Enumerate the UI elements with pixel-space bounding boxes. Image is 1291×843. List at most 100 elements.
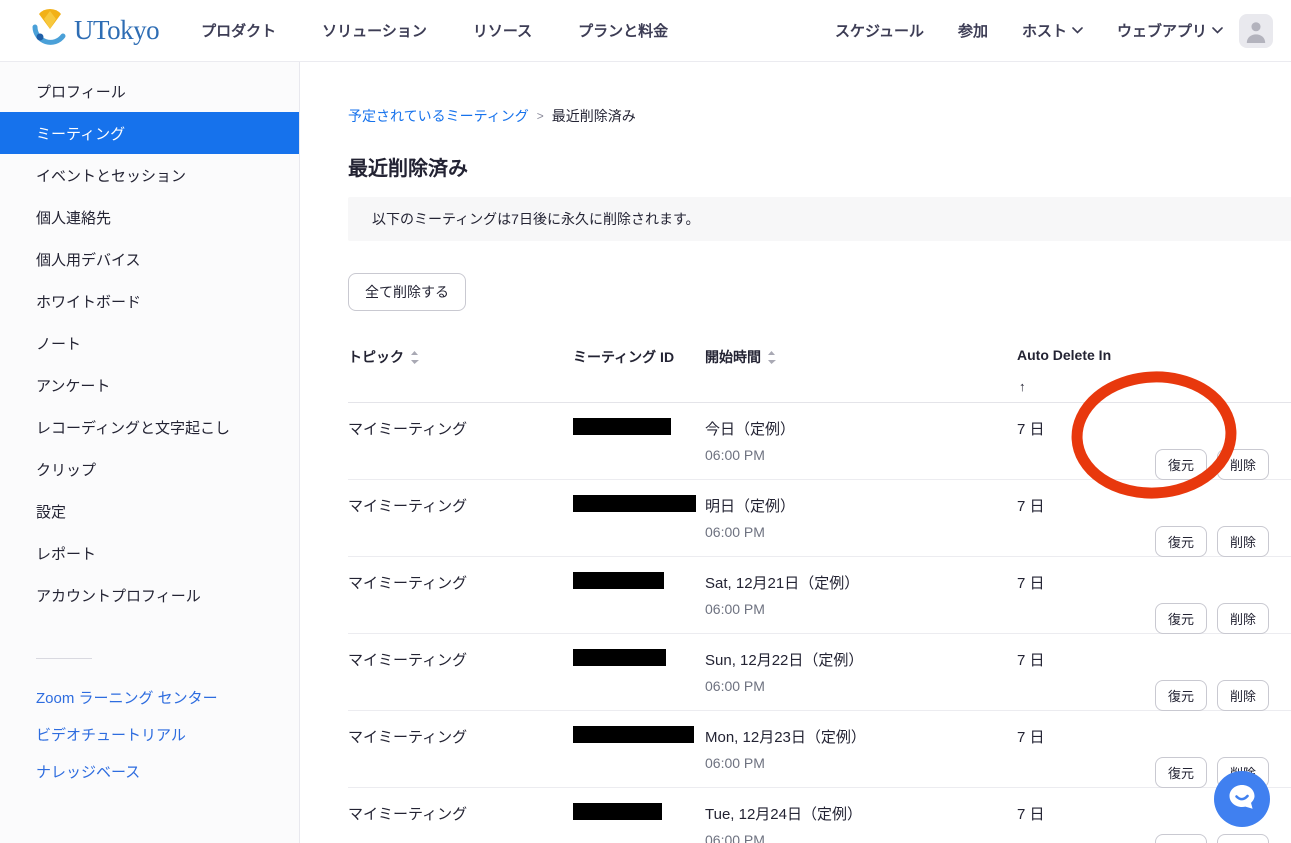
table-row: マイミーティング 今日（定例） 06:00 PM7 日復元削除 bbox=[348, 403, 1291, 480]
top-navbar: UTokyo プロダクト ソリューション リソース プランと料金 スケジュール 参加 ホス… bbox=[0, 0, 1291, 62]
delete-button[interactable]: 削除 bbox=[1217, 834, 1269, 843]
nav-action-4[interactable]: ウェブアプリ bbox=[1117, 20, 1223, 41]
sort-icon[interactable] bbox=[767, 351, 776, 364]
sidebar: プロフィールミーティングイベントとセッション個人連絡先個人用デバイスホワイトボー… bbox=[0, 62, 300, 843]
meeting-time: 06:00 PM bbox=[705, 447, 1017, 463]
table-header-row: トピック ミーティング ID 開始時間 Auto Delete In↑ bbox=[348, 339, 1291, 403]
nav-item-2[interactable]: ソリューション bbox=[322, 20, 427, 41]
restore-button[interactable]: 復元 bbox=[1155, 449, 1207, 480]
meeting-start-time-cell: Sat, 12月21日（定例） 06:00 PM bbox=[705, 557, 1017, 634]
meeting-topic: マイミーティング bbox=[348, 634, 573, 711]
delete-button[interactable]: 削除 bbox=[1217, 526, 1269, 557]
delete-button[interactable]: 削除 bbox=[1217, 680, 1269, 711]
sidebar-footer-link[interactable]: ナレッジベース bbox=[0, 753, 299, 790]
sidebar-footer-link[interactable]: Zoom ラーニング センター bbox=[0, 679, 299, 716]
column-header[interactable]: ミーティング ID bbox=[573, 347, 705, 402]
sidebar-item[interactable]: 設定 bbox=[0, 490, 299, 532]
nav-left: プロダクト ソリューション リソース プランと料金 bbox=[201, 20, 668, 41]
redacted-meeting-id bbox=[573, 418, 671, 435]
sidebar-item[interactable]: ホワイトボード bbox=[0, 280, 299, 322]
sidebar-item[interactable]: プロフィール bbox=[0, 70, 299, 112]
meeting-date: Tue, 12月24日（定例） bbox=[705, 788, 1017, 824]
row-actions: 復元削除 bbox=[1155, 480, 1291, 557]
meeting-start-time-cell: Sun, 12月22日（定例）06:00 PM bbox=[705, 634, 1017, 711]
column-header[interactable]: Auto Delete In↑ bbox=[1017, 347, 1155, 402]
meeting-topic: マイミーティング bbox=[348, 403, 573, 480]
row-actions: 復元削除 bbox=[1155, 557, 1291, 634]
restore-button[interactable]: 復元 bbox=[1155, 526, 1207, 557]
nav-item-3[interactable]: リソース bbox=[473, 20, 532, 41]
breadcrumb-separator: > bbox=[537, 109, 544, 123]
row-actions: 復元削除 bbox=[1155, 711, 1291, 788]
breadcrumb-link-scheduled-meetings[interactable]: 予定されているミーティング bbox=[348, 106, 529, 126]
chat-bubble-icon bbox=[1225, 780, 1259, 819]
auto-delete-value: 7 日 bbox=[1017, 403, 1155, 480]
sidebar-item[interactable]: ミーティング bbox=[0, 112, 299, 154]
sort-ascending-icon[interactable]: ↑ bbox=[1019, 379, 1026, 394]
column-header-label: トピック bbox=[348, 347, 404, 367]
user-avatar[interactable] bbox=[1239, 14, 1273, 48]
table-row: マイミーティングTue, 12月24日（定例）06:00 PM7 日復元削除 bbox=[348, 788, 1291, 843]
restore-button[interactable]: 復元 bbox=[1155, 834, 1207, 843]
sidebar-item[interactable]: アカウントプロフィール bbox=[0, 574, 299, 616]
redacted-meeting-id bbox=[573, 572, 664, 589]
auto-delete-value: 7 日 bbox=[1017, 634, 1155, 711]
meeting-topic: マイミーティング bbox=[348, 480, 573, 557]
meeting-time: 06:00 PM bbox=[705, 755, 1017, 771]
table-row: マイミーティング Sun, 12月22日（定例）06:00 PM7 日復元削除 bbox=[348, 634, 1291, 711]
column-header-actions bbox=[1155, 347, 1291, 402]
nav-item-1[interactable]: プロダクト bbox=[201, 20, 276, 41]
person-icon bbox=[1243, 17, 1269, 48]
sidebar-footer-link[interactable]: ビデオチュートリアル bbox=[0, 716, 299, 753]
sidebar-item[interactable]: クリップ bbox=[0, 448, 299, 490]
meeting-topic: マイミーティング bbox=[348, 711, 573, 788]
redacted-meeting-id bbox=[573, 649, 666, 666]
meeting-id-cell bbox=[573, 403, 705, 480]
delete-button[interactable]: 削除 bbox=[1217, 603, 1269, 634]
deleted-meetings-table: トピック ミーティング ID 開始時間 Auto Delete In↑ マイミーティン… bbox=[348, 339, 1291, 843]
sidebar-item[interactable]: レコーディングと文字起こし bbox=[0, 406, 299, 448]
main-content: 予定されているミーティング > 最近削除済み 最近削除済み 以下のミーティングは… bbox=[300, 62, 1291, 843]
restore-button[interactable]: 復元 bbox=[1155, 603, 1207, 634]
chevron-down-icon bbox=[1212, 27, 1223, 34]
sidebar-item[interactable]: アンケート bbox=[0, 364, 299, 406]
meeting-id-cell bbox=[573, 480, 705, 557]
sidebar-item[interactable]: レポート bbox=[0, 532, 299, 574]
column-header-label: 開始時間 bbox=[705, 347, 761, 367]
logo-text: UTokyo bbox=[74, 15, 159, 46]
nav-action-1[interactable]: スケジュール bbox=[835, 20, 924, 41]
meeting-date: Sun, 12月22日（定例） bbox=[705, 634, 1017, 670]
utokyo-logo[interactable]: UTokyo bbox=[30, 7, 159, 54]
restore-button[interactable]: 復元 bbox=[1155, 757, 1207, 788]
meeting-start-time-cell: 明日（定例）06:00 PM bbox=[705, 480, 1017, 557]
meeting-start-time-cell: Tue, 12月24日（定例）06:00 PM bbox=[705, 788, 1017, 843]
meeting-time: 06:00 PM bbox=[705, 601, 1017, 617]
sort-icon[interactable] bbox=[410, 351, 419, 364]
column-header[interactable]: トピック bbox=[348, 347, 573, 402]
breadcrumb: 予定されているミーティング > 最近削除済み bbox=[348, 106, 1291, 126]
meeting-id-cell bbox=[573, 557, 705, 634]
meeting-date: 今日（定例） bbox=[705, 403, 1017, 439]
delete-button[interactable]: 削除 bbox=[1217, 449, 1269, 480]
utokyo-logo-icon bbox=[30, 7, 70, 54]
auto-delete-value: 7 日 bbox=[1017, 557, 1155, 634]
delete-all-button[interactable]: 全て削除する bbox=[348, 273, 466, 311]
nav-action-3[interactable]: ホスト bbox=[1022, 20, 1083, 41]
sidebar-item[interactable]: 個人連絡先 bbox=[0, 196, 299, 238]
column-header-label: ミーティング ID bbox=[573, 347, 674, 367]
nav-item-4[interactable]: プランと料金 bbox=[578, 20, 668, 41]
nav-action-label: スケジュール bbox=[835, 20, 924, 41]
chat-widget-button[interactable] bbox=[1214, 771, 1270, 827]
meeting-date: Mon, 12月23日（定例） bbox=[705, 711, 1017, 747]
table-row: マイミーティングMon, 12月23日（定例）06:00 PM7 日復元削除 bbox=[348, 711, 1291, 788]
sidebar-item[interactable]: 個人用デバイス bbox=[0, 238, 299, 280]
sidebar-item[interactable]: イベントとセッション bbox=[0, 154, 299, 196]
meeting-topic: マイミーティング bbox=[348, 557, 573, 634]
nav-action-2[interactable]: 参加 bbox=[958, 20, 988, 41]
sidebar-item[interactable]: ノート bbox=[0, 322, 299, 364]
meeting-start-time-cell: 今日（定例） 06:00 PM bbox=[705, 403, 1017, 480]
restore-button[interactable]: 復元 bbox=[1155, 680, 1207, 711]
column-header[interactable]: 開始時間 bbox=[705, 347, 1017, 402]
meeting-date: Sat, 12月21日（定例） bbox=[705, 557, 1017, 593]
table-row: マイミーティング明日（定例）06:00 PM7 日復元削除 bbox=[348, 480, 1291, 557]
